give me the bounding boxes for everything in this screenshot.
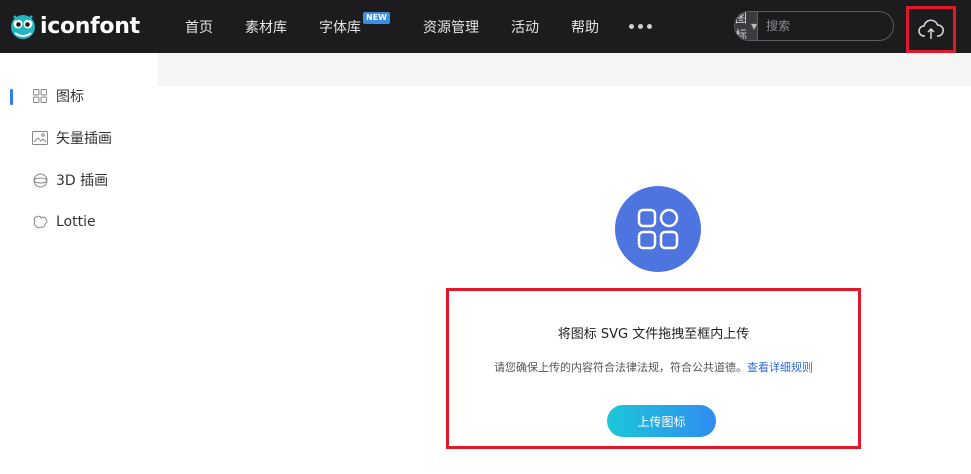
active-indicator [10,89,13,105]
nav-fonts[interactable]: 字体库 NEW [319,11,390,37]
nav-home[interactable]: 首页 [185,17,213,37]
search-input[interactable] [758,12,893,40]
lottie-icon [32,214,48,230]
logo-text: iconfont [40,13,140,39]
search-type-label: 图标 [735,11,748,41]
nav-resource-management[interactable]: 资源管理 [423,17,479,37]
nav-help[interactable]: 帮助 [571,17,599,37]
cloud-upload-icon [918,19,944,39]
more-menu-icon[interactable] [629,24,652,29]
sidebar: 图标 矢量插画 3D 插画 Lottie [0,53,158,474]
drop-zone-title: 将图标 SVG 文件拖拽至框内上传 [557,327,750,342]
upload-category-icon [615,186,701,272]
sidebar-item-vector-illustrations[interactable]: 矢量插画 [32,128,112,148]
logo-icon [11,15,35,39]
nav-activities[interactable]: 活动 [511,17,539,37]
grid-icon [637,208,679,250]
view-rules-link[interactable]: 查看详细规则 [747,361,813,374]
drop-zone-note: 请您确保上传的内容符合法律法规，符合公共道德。查看详细规则 [449,359,858,375]
svg-drop-zone[interactable]: 将图标 SVG 文件拖拽至框内上传 请您确保上传的内容符合法律法规，符合公共道德… [446,288,861,449]
logo[interactable]: iconfont [8,11,140,41]
upload-cloud-button[interactable] [906,6,956,53]
nav-materials[interactable]: 素材库 [245,17,287,37]
nav-fonts-label: 字体库 [319,19,361,36]
search-type-select[interactable]: 图标 ▼ [735,11,759,41]
sidebar-item-label: 矢量插画 [56,131,112,147]
sidebar-item-label: 3D 插画 [56,173,109,189]
upload-icon-button[interactable]: 上传图标 [607,405,716,437]
sidebar-item-lottie[interactable]: Lottie [32,212,96,232]
legal-notice-text: 请您确保上传的内容符合法律法规，符合公共道德。 [494,361,747,374]
sphere-icon [32,172,48,188]
sidebar-item-label: Lottie [56,214,96,230]
new-badge: NEW [363,11,390,24]
chevron-down-icon: ▼ [751,21,758,31]
search-bar: 图标 ▼ [734,11,894,41]
main-nav: 首页 素材库 字体库 NEW 资源管理 活动 帮助 [185,0,652,53]
sidebar-item-3d-illustrations[interactable]: 3D 插画 [32,170,108,190]
sidebar-item-icons[interactable]: 图标 [32,86,84,106]
image-icon [32,130,48,146]
sidebar-item-label: 图标 [56,89,84,105]
top-navbar: iconfont 首页 素材库 字体库 NEW 资源管理 活动 帮助 图标 ▼ [0,0,971,53]
grid-icon [32,88,48,104]
